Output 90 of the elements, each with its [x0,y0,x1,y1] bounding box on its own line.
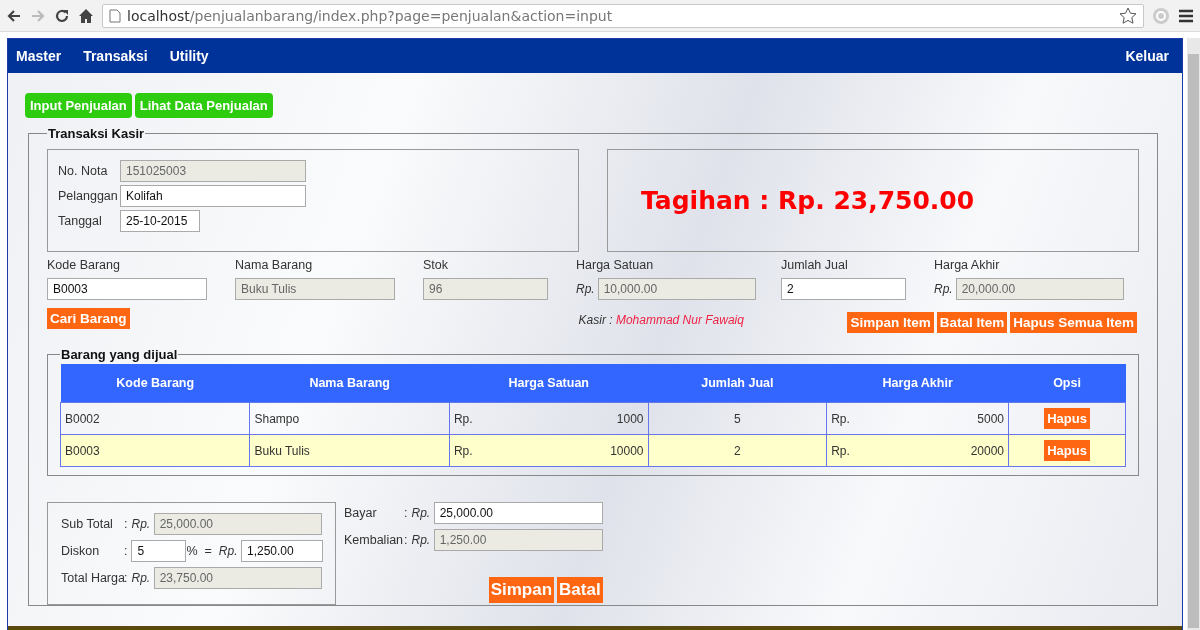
back-icon[interactable] [6,7,22,24]
colon-text: : [404,506,408,520]
currency-label: Rp. [131,571,151,585]
table-cell: B0003 [60,434,250,467]
field-label: Total Harga [61,571,124,585]
table-cell: Shampo [249,402,450,435]
form-button[interactable]: Simpan [488,577,555,603]
table-cell: 2 [648,434,827,467]
panel-title: Transaksi Kasir [47,126,146,141]
equals-sign: = [204,544,212,558]
table-cell: 5 [648,402,827,435]
column-header: Harga Akhir [826,364,1009,403]
field-label: Stok [423,258,449,272]
currency-label: Rp. [831,411,850,426]
field-label: Harga Satuan [576,258,655,272]
delete-button[interactable]: Hapus [1044,440,1090,461]
star-icon[interactable] [1119,6,1137,25]
field-label: Nama Barang [235,258,314,272]
text-field[interactable]: 10,000.00 [597,278,756,300]
text-field[interactable]: 25-10-2015 [120,210,200,232]
currency-label: Rp. [411,533,431,547]
text-field[interactable]: 96 [423,278,548,300]
field-label: Kode Barang [47,258,121,272]
currency-label: Rp. [453,411,473,426]
panel-title: Barang yang dijual [60,347,179,362]
menu-item[interactable]: Master [16,48,62,64]
table-cell: Buku Tulis [249,434,450,467]
address-bar[interactable]: localhost/penjualanbarang/index.php?page=penjualan&action=input [102,3,1144,28]
table-cell: B0002 [60,402,250,435]
item-action-button[interactable]: Batal Item [936,312,1008,333]
bill-total: Tagihan : Rp. 23,750.00 [641,186,975,215]
column-header: Harga Satuan [449,364,648,403]
colon-text: : [404,533,408,547]
cashier-text: Kasir : Mohammad Nur Fawaiq [578,313,744,327]
search-item-button[interactable]: Cari Barang [47,308,130,329]
field-label: Pelanggan [58,189,119,203]
text-field[interactable]: B0003 [47,278,207,300]
text-field[interactable]: 20,000.00 [955,278,1124,300]
field-label: Bayar [344,506,378,520]
table-cell: 10000 [610,443,644,458]
item-action-button[interactable]: Simpan Item [847,312,934,333]
url-text: localhost/penjualanbarang/index.php?page=penjualan&action=input [127,7,613,24]
field-label: Diskon [61,544,101,558]
column-header: Opsi [1008,364,1126,403]
text-field[interactable]: Kolifah [120,185,306,207]
colon-text: : [124,517,128,531]
menu-icon[interactable] [1178,8,1194,23]
menu-item[interactable]: Transaksi [83,48,148,64]
field-label: Jumlah Jual [781,258,849,272]
colon-text: : [124,544,128,558]
percent-sign: % [186,544,198,558]
delete-button[interactable]: Hapus [1044,408,1090,429]
table-cell: 5000 [977,411,1005,426]
table-row[interactable]: B0003 Buku Tulis Rp. 10000 2 Rp. 20000 Hapus [60,434,1126,467]
table-cell: 1000 [616,411,644,426]
column-header: Jumlah Jual [648,364,827,403]
field-label: Sub Total [61,517,114,531]
currency-label: Rp. [131,517,151,531]
column-header: Kode Barang [60,364,250,403]
scrollbar[interactable] [1187,38,1200,630]
colon-text: : [124,571,128,585]
text-field[interactable]: 2 [781,278,906,300]
text-field[interactable]: 151025003 [120,160,306,182]
menu-item[interactable]: Utility [169,48,209,64]
reload-icon[interactable] [54,7,70,24]
text-field[interactable]: Buku Tulis [235,278,395,300]
text-field[interactable]: 1,250.00 [433,529,603,551]
currency-label: Rp. [218,544,238,558]
table-cell: 20000 [970,443,1005,458]
currency-label: Rp. [411,506,431,520]
currency-label: Rp. [934,282,953,296]
text-field[interactable]: 25,000.00 [153,513,322,535]
text-field[interactable]: 5 [131,540,187,562]
currency-label: Rp. [831,443,850,458]
field-label: Harga Akhir [934,258,1001,272]
currency-label: Rp. [453,443,473,458]
item-action-button[interactable]: Hapus Semua Item [1010,312,1137,333]
currency-label: Rp. [576,282,595,296]
home-icon[interactable] [78,7,94,24]
field-label: No. Nota [58,164,109,178]
field-label: Tanggal [58,214,103,228]
field-label: Kembalian [344,533,404,547]
column-header: Nama Barang [249,364,450,403]
page-icon [109,8,121,23]
table-row[interactable]: B0002 Shampo Rp. 1000 5 Rp. 5000 Hapus [60,402,1126,435]
text-field[interactable]: 25,000.00 [433,502,603,524]
text-field[interactable]: 23,750.00 [153,567,322,589]
form-button[interactable]: Batal [557,577,603,603]
text-field[interactable]: 1,250.00 [241,540,323,562]
logout-link[interactable]: Keluar [1125,48,1169,64]
